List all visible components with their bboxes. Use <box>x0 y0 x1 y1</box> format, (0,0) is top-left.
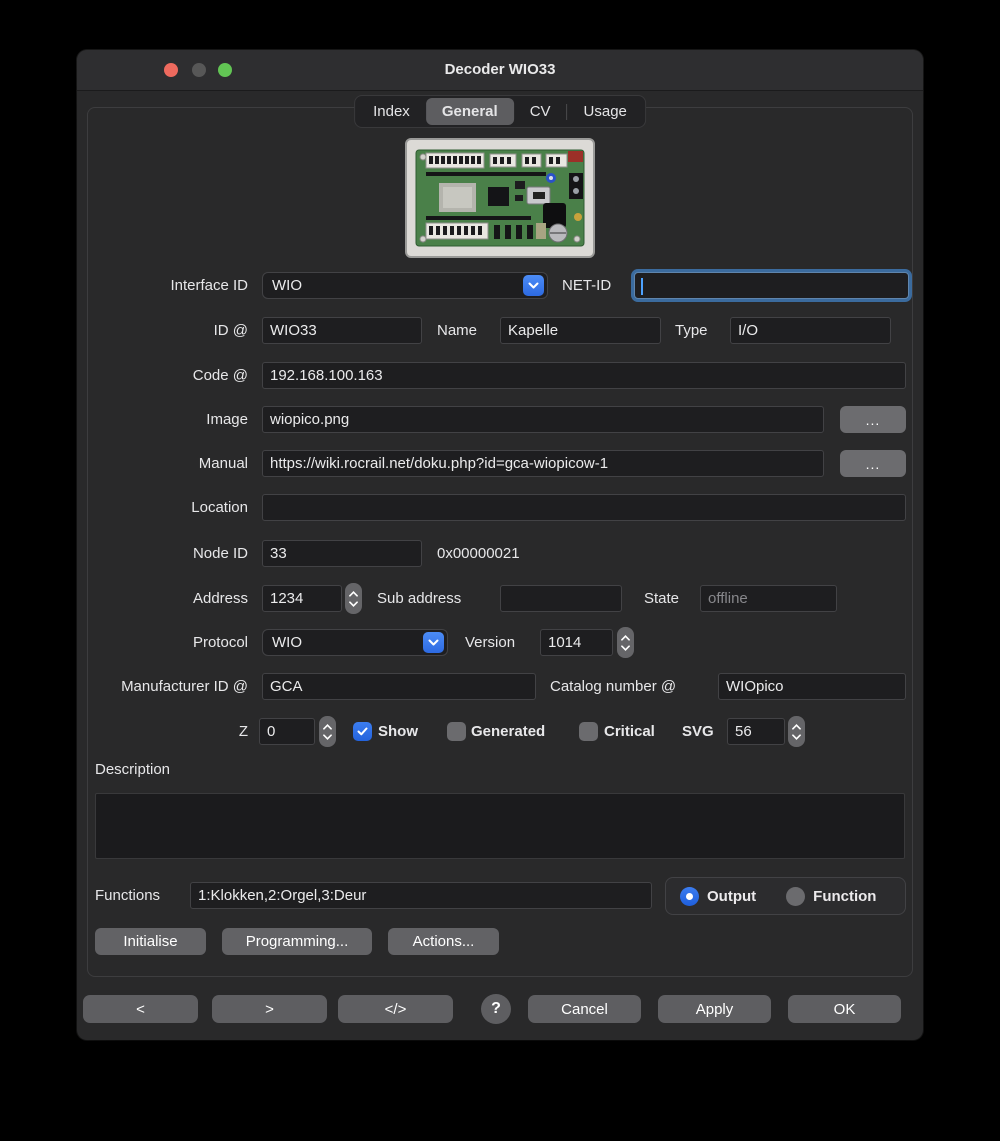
protocol-label: Protocol <box>77 629 248 656</box>
type-label: Type <box>675 317 708 344</box>
tab-cv[interactable]: CV <box>514 98 567 125</box>
node-id-label: Node ID <box>77 540 248 567</box>
manual-browse-button[interactable]: ... <box>840 450 906 477</box>
functions-label: Functions <box>95 882 160 909</box>
manufacturer-id-input[interactable] <box>262 673 536 700</box>
function-radio[interactable] <box>786 887 805 906</box>
protocol-select[interactable]: WIO <box>262 629 448 656</box>
sub-address-input[interactable] <box>500 585 622 612</box>
code-label: Code @ <box>77 362 248 389</box>
catalog-number-input[interactable] <box>718 673 906 700</box>
location-input[interactable] <box>262 494 906 521</box>
net-id-label: NET-ID <box>562 272 611 299</box>
chevron-down-icon <box>792 734 801 740</box>
description-label: Description <box>95 756 170 783</box>
node-id-input[interactable] <box>262 540 422 567</box>
manufacturer-id-label: Manufacturer ID @ <box>77 673 248 700</box>
z-stepper[interactable] <box>319 716 336 747</box>
code-button[interactable]: </> <box>338 995 453 1023</box>
id-label: ID @ <box>77 317 248 344</box>
output-radio-label: Output <box>707 888 756 905</box>
version-label: Version <box>465 629 515 656</box>
svg-label: SVG <box>682 718 714 745</box>
apply-button[interactable]: Apply <box>658 995 771 1023</box>
tab-bar: Index General CV Usage <box>354 95 646 128</box>
state-value <box>700 585 837 612</box>
chevron-up-icon <box>792 724 801 730</box>
output-radio[interactable] <box>680 887 699 906</box>
functions-input[interactable] <box>190 882 652 909</box>
chevron-down-icon <box>323 734 332 740</box>
manual-input[interactable] <box>262 450 824 477</box>
address-stepper[interactable] <box>345 583 362 614</box>
z-label: Z <box>77 718 248 745</box>
tab-index[interactable]: Index <box>357 98 426 125</box>
text-cursor <box>641 278 643 295</box>
version-stepper[interactable] <box>617 627 634 658</box>
check-icon <box>357 727 368 736</box>
image-browse-button[interactable]: ... <box>840 406 906 433</box>
generated-checkbox-label: Generated <box>471 718 545 745</box>
critical-checkbox[interactable] <box>579 722 598 741</box>
generated-checkbox[interactable] <box>447 722 466 741</box>
chevron-up-icon <box>349 591 358 597</box>
interface-id-label: Interface ID <box>77 272 248 299</box>
protocol-value: WIO <box>272 634 423 651</box>
chevron-up-icon <box>323 724 332 730</box>
svg-stepper[interactable] <box>788 716 805 747</box>
show-checkbox-label: Show <box>378 718 418 745</box>
tab-usage[interactable]: Usage <box>568 98 643 125</box>
show-checkbox[interactable] <box>353 722 372 741</box>
id-input[interactable] <box>262 317 422 344</box>
address-label: Address <box>77 585 248 612</box>
description-textarea[interactable] <box>95 793 905 859</box>
chevron-down-icon <box>621 645 630 651</box>
help-button[interactable]: ? <box>481 994 511 1024</box>
image-label: Image <box>77 406 248 433</box>
prev-button[interactable]: < <box>83 995 198 1023</box>
ok-button[interactable]: OK <box>788 995 901 1023</box>
chevron-down-icon <box>349 601 358 607</box>
decoder-photo <box>405 138 595 258</box>
name-input[interactable] <box>500 317 661 344</box>
svg-input[interactable] <box>727 718 785 745</box>
initialise-button[interactable]: Initialise <box>95 928 206 955</box>
version-input[interactable] <box>540 629 613 656</box>
interface-id-select[interactable]: WIO <box>262 272 548 299</box>
manual-label: Manual <box>77 450 248 477</box>
tab-general[interactable]: General <box>426 98 514 125</box>
programming-button[interactable]: Programming... <box>222 928 372 955</box>
decoder-dialog: Decoder WIO33 Index General CV Usage <box>77 50 923 1040</box>
location-label: Location <box>77 494 248 521</box>
pcb-board-image <box>412 145 588 251</box>
state-label: State <box>644 585 679 612</box>
chevron-down-icon <box>423 632 444 653</box>
chevron-down-icon <box>523 275 544 296</box>
code-input[interactable] <box>262 362 906 389</box>
function-radio-label: Function <box>813 888 876 905</box>
node-id-hex-value: 0x00000021 <box>437 540 520 567</box>
sub-address-label: Sub address <box>377 585 461 612</box>
cancel-button[interactable]: Cancel <box>528 995 641 1023</box>
net-id-input[interactable] <box>634 272 909 299</box>
output-function-radiogroup: Output Function <box>665 877 906 915</box>
catalog-number-label: Catalog number @ <box>550 673 676 700</box>
radio-dot-icon <box>686 893 693 900</box>
title-bar: Decoder WIO33 <box>77 50 923 91</box>
actions-button[interactable]: Actions... <box>388 928 499 955</box>
next-button[interactable]: > <box>212 995 327 1023</box>
critical-checkbox-label: Critical <box>604 718 655 745</box>
interface-id-value: WIO <box>272 277 523 294</box>
z-input[interactable] <box>259 718 315 745</box>
address-input[interactable] <box>262 585 342 612</box>
window-title: Decoder WIO33 <box>77 50 923 90</box>
image-input[interactable] <box>262 406 824 433</box>
type-input[interactable] <box>730 317 891 344</box>
name-label: Name <box>437 317 477 344</box>
chevron-up-icon <box>621 635 630 641</box>
